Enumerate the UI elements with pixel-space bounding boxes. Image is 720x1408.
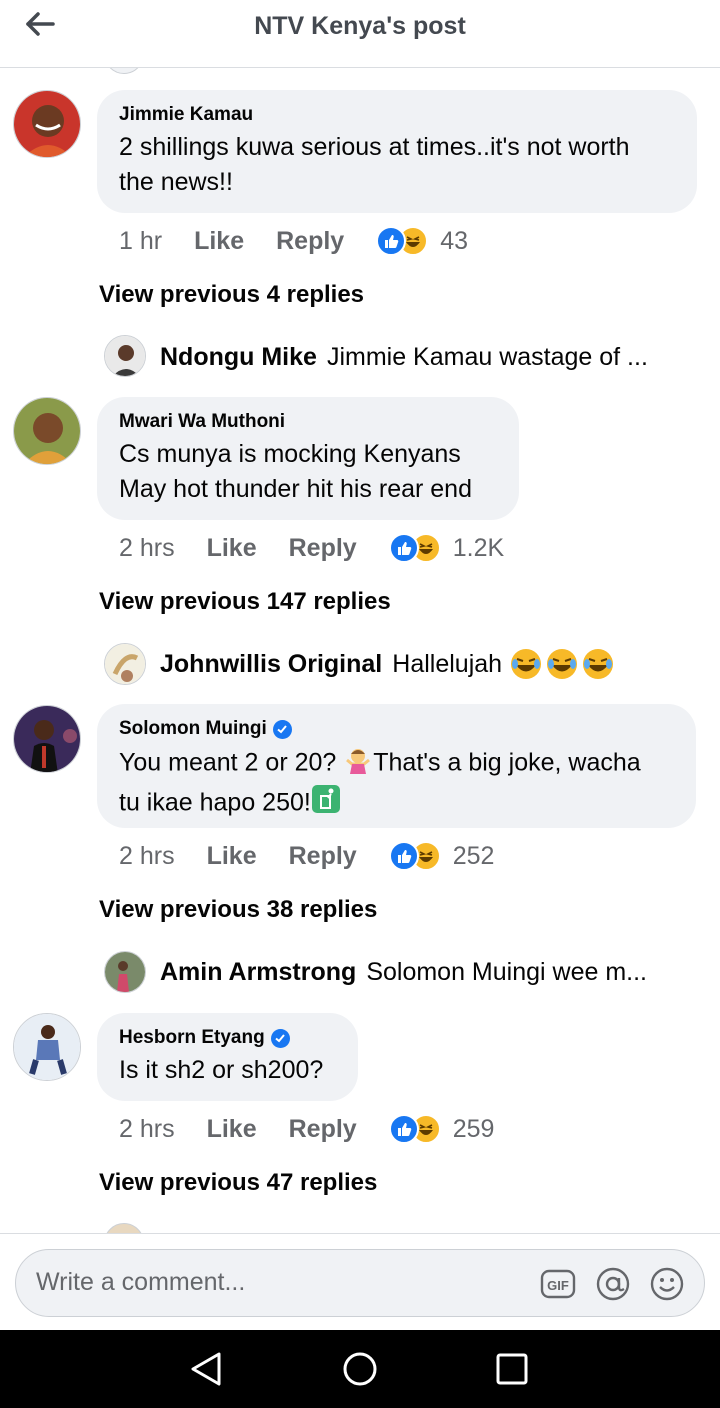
reply-button[interactable]: Reply [276, 227, 344, 256]
like-reaction-icon [388, 841, 419, 871]
reaction-summary[interactable]: 43 [376, 226, 468, 256]
reply-author[interactable]: Johnwillis Original [160, 650, 382, 679]
reply-text: Jimmie Kamau wastage of ... [326, 342, 648, 371]
comment-actions: 2 hrs Like Reply 252 [119, 838, 494, 874]
comment-time[interactable]: 2 hrs [119, 1115, 175, 1144]
avatar[interactable] [13, 397, 81, 465]
reaction-count: 252 [452, 841, 495, 870]
person-shrugging-emoji [343, 744, 373, 784]
comment-time[interactable]: 2 hrs [119, 534, 175, 563]
comment-actions: 2 hrs Like Reply 259 [119, 1111, 494, 1147]
verified-badge-icon [270, 1028, 290, 1048]
reaction-count: 43 [440, 226, 469, 255]
nav-back-button[interactable] [186, 1349, 226, 1389]
like-button[interactable]: Like [207, 534, 257, 563]
gif-label: GIF [547, 1278, 569, 1293]
like-reaction-icon [388, 1114, 419, 1144]
reply-text: Solomon Muingi wee m... [366, 957, 647, 986]
comment-actions: 2 hrs Like Reply 1.2K [119, 530, 504, 566]
reaction-summary[interactable]: 1.2K [388, 533, 505, 563]
comment-text: 2 shillings kuwa serious at times..it's … [119, 133, 630, 196]
comment-time[interactable]: 1 hr [119, 227, 162, 256]
avatar[interactable] [13, 1013, 81, 1081]
comment-input[interactable]: Write a comment... GIF [15, 1249, 705, 1317]
reaction-count: 1.2K [452, 533, 505, 562]
system-nav-bar [0, 1330, 720, 1408]
comment-author[interactable]: Solomon Muingi [119, 718, 674, 740]
comment-author[interactable]: Jimmie Kamau [119, 104, 675, 126]
latest-reply[interactable]: Johnwillis Original Hallelujah [160, 643, 614, 685]
like-reaction-icon [388, 533, 419, 563]
triangle-back-icon [191, 1352, 221, 1386]
comment-composer-bar: Write a comment... GIF [0, 1233, 720, 1330]
reaction-count: 259 [452, 1114, 495, 1143]
comment-author[interactable]: Hesborn Etyang [119, 1027, 336, 1049]
nav-recents-button[interactable] [492, 1349, 532, 1389]
like-button[interactable]: Like [194, 227, 244, 256]
latest-reply[interactable]: Ndongu Mike Jimmie Kamau wastage of ... [160, 336, 648, 378]
comment-bubble[interactable]: Jimmie Kamau 2 shillings kuwa serious at… [97, 90, 697, 213]
comment-text: Is it sh2 or sh200? [119, 1056, 324, 1084]
avatar[interactable] [13, 90, 81, 158]
view-previous-replies[interactable]: View previous 147 replies [99, 588, 391, 616]
circle-home-icon [343, 1352, 377, 1386]
reaction-summary[interactable]: 259 [388, 1114, 495, 1144]
post-header: NTV Kenya's post [0, 0, 720, 68]
comment-actions: 1 hr Like Reply 43 [119, 223, 468, 259]
comment-time[interactable]: 2 hrs [119, 842, 175, 871]
reply-author[interactable]: Ndongu Mike [160, 343, 317, 372]
comment-input-placeholder[interactable]: Write a comment... [36, 1268, 245, 1297]
view-previous-replies[interactable]: View previous 38 replies [99, 896, 377, 924]
reply-author[interactable]: Amin Armstrong [160, 958, 356, 987]
avatar[interactable] [104, 951, 146, 993]
reaction-summary[interactable]: 252 [388, 841, 495, 871]
nav-home-button[interactable] [340, 1349, 380, 1389]
like-button[interactable]: Like [207, 842, 257, 871]
comment-author[interactable]: Mwari Wa Muthoni [119, 411, 497, 433]
tears-of-joy-emoji [510, 648, 614, 680]
avatar [104, 68, 144, 74]
latest-reply[interactable]: Amin Armstrong Solomon Muingi wee m... [160, 951, 647, 993]
emoji-smile-icon[interactable] [649, 1266, 685, 1302]
reply-text: Hallelujah [392, 649, 503, 678]
avatar[interactable] [104, 335, 146, 377]
avatar [104, 1223, 144, 1233]
reply-button[interactable]: Reply [289, 842, 357, 871]
avatar[interactable] [104, 643, 146, 685]
comment-text: Cs munya is mocking Kenyans May hot thun… [119, 440, 472, 503]
comment-bubble[interactable]: Mwari Wa Muthoni Cs munya is mocking Ken… [97, 397, 519, 520]
litter-in-bin-emoji [311, 784, 341, 824]
avatar[interactable] [13, 705, 81, 773]
gif-icon[interactable]: GIF [540, 1266, 576, 1302]
verified-badge-icon [272, 719, 292, 739]
reply-button[interactable]: Reply [289, 1115, 357, 1144]
square-recents-icon [496, 1353, 528, 1385]
view-previous-replies[interactable]: View previous 47 replies [99, 1169, 377, 1197]
page-title: NTV Kenya's post [254, 12, 466, 40]
comment-bubble[interactable]: Solomon Muingi You meant 2 or 20? That's… [97, 704, 696, 828]
view-previous-replies[interactable]: View previous 4 replies [99, 281, 364, 309]
comment-bubble[interactable]: Hesborn Etyang Is it sh2 or sh200? [97, 1013, 358, 1101]
at-sign-icon[interactable] [595, 1266, 631, 1302]
comment-text: You meant 2 or 20? That's a big joke, wa… [119, 744, 674, 824]
reply-button[interactable]: Reply [289, 534, 357, 563]
like-button[interactable]: Like [207, 1115, 257, 1144]
comments-feed[interactable]: Jimmie Kamau 2 shillings kuwa serious at… [0, 68, 720, 1233]
